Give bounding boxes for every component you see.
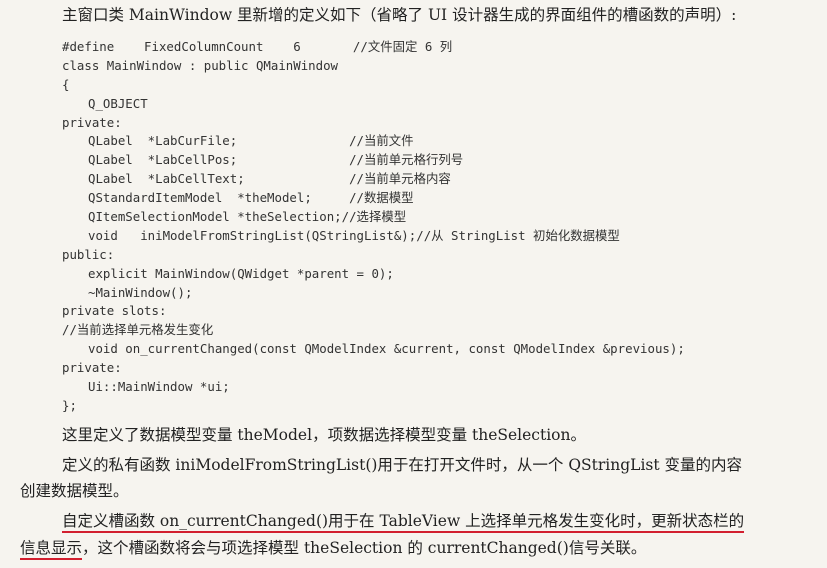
intro-paragraph: 主窗口类 MainWindow 里新增的定义如下（省略了 UI 设计器生成的界面…: [62, 6, 737, 24]
code-line: void iniModelFromStringList(QStringList&…: [88, 227, 620, 243]
paragraph-slot-line2: 信息显示，这个槽函数将会与项选择模型 theSelection 的 curren…: [20, 536, 810, 561]
code-line: QLabel *LabCellPos; //当前单元格行列号: [88, 152, 464, 168]
slot-line2-rest: ，这个槽函数将会与项选择模型 theSelection 的 currentCha…: [82, 539, 647, 557]
code-line: void on_currentChanged(const QModelIndex…: [88, 341, 685, 357]
code-line: };: [62, 397, 77, 413]
code-line: private:: [62, 360, 122, 376]
code-line: private:: [62, 114, 122, 130]
code-line: //当前选择单元格发生变化: [62, 322, 214, 338]
code-line: {: [62, 76, 70, 92]
paragraph-inimodel-line1: 定义的私有函数 iniModelFromStringList()用于在打开文件时…: [62, 456, 743, 474]
code-line: Q_OBJECT: [88, 95, 148, 111]
code-line: QItemSelectionModel *theSelection;//选择模型: [88, 209, 407, 225]
paragraph-themodel: 这里定义了数据模型变量 theModel，项数据选择模型变量 theSelect…: [62, 426, 586, 444]
code-block: #define FixedColumnCount 6 //文件固定 6 列 cla…: [62, 38, 685, 416]
code-line: ~MainWindow();: [88, 284, 193, 300]
underlined-info-display: 信息显示: [20, 539, 83, 560]
code-line: public:: [62, 246, 115, 262]
code-line: Ui::MainWindow *ui;: [88, 379, 230, 395]
code-line: private slots:: [62, 303, 167, 319]
code-line: QLabel *LabCurFile; //当前文件: [88, 133, 414, 149]
code-line: QLabel *LabCellText; //当前单元格内容: [88, 171, 451, 187]
code-line: QStandardItemModel *theModel; //数据模型: [88, 190, 414, 206]
paragraph-inimodel-line2: 创建数据模型。: [20, 482, 129, 500]
code-line: explicit MainWindow(QWidget *parent = 0)…: [88, 265, 394, 281]
code-line: class MainWindow : public QMainWindow: [62, 57, 339, 73]
underlined-slot-text: 自定义槽函数 on_currentChanged()用于在 TableView …: [62, 512, 745, 533]
code-line: #define FixedColumnCount 6 //文件固定 6 列: [62, 39, 453, 54]
paragraph-slot-line1: 自定义槽函数 on_currentChanged()用于在 TableView …: [20, 509, 827, 534]
